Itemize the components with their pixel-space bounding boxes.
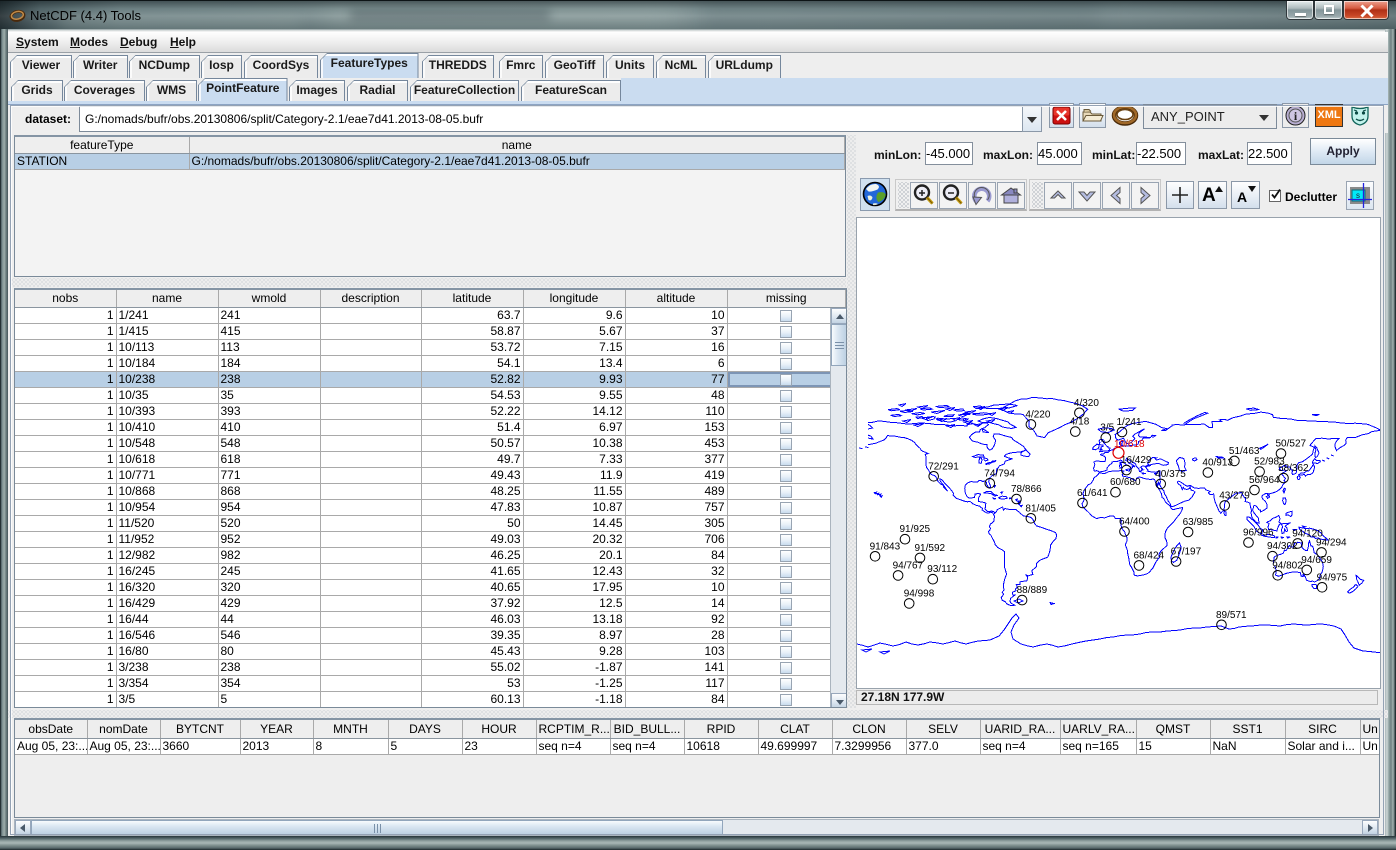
svg-text:64/400: 64/400: [1119, 517, 1150, 528]
svg-text:94/302: 94/302: [1267, 541, 1298, 552]
svg-text:74/794: 74/794: [984, 468, 1015, 479]
svg-text:91/843: 91/843: [870, 541, 901, 552]
svg-text:43/279: 43/279: [1219, 490, 1250, 501]
svg-text:94/294: 94/294: [1316, 537, 1347, 548]
svg-text:56/964: 56/964: [1249, 475, 1280, 486]
svg-text:72/291: 72/291: [928, 461, 959, 472]
svg-text:40/913: 40/913: [1202, 458, 1233, 469]
svg-text:94/767: 94/767: [893, 560, 924, 571]
svg-text:61/641: 61/641: [1077, 488, 1108, 499]
svg-text:94/802: 94/802: [1272, 560, 1303, 571]
svg-text:51/463: 51/463: [1229, 446, 1260, 457]
svg-text:10/618: 10/618: [1114, 439, 1145, 450]
svg-text:58/362: 58/362: [1278, 463, 1309, 474]
svg-text:40/375: 40/375: [1155, 469, 1186, 480]
svg-text:94/975: 94/975: [1317, 572, 1348, 583]
svg-text:89/571: 89/571: [1216, 610, 1247, 621]
svg-text:88/889: 88/889: [1017, 585, 1048, 596]
svg-text:s: s: [1356, 191, 1360, 200]
svg-text:60/680: 60/680: [1110, 477, 1141, 488]
svg-text:3/5: 3/5: [1100, 423, 1114, 434]
svg-text:91/592: 91/592: [915, 543, 946, 554]
svg-text:94/659: 94/659: [1301, 555, 1332, 566]
svg-text:93/112: 93/112: [927, 564, 957, 575]
svg-text:50/527: 50/527: [1276, 439, 1307, 450]
svg-text:16/429: 16/429: [1121, 455, 1152, 466]
svg-text:68/424: 68/424: [1134, 550, 1165, 561]
svg-text:63/985: 63/985: [1183, 517, 1214, 528]
svg-text:67/197: 67/197: [1171, 547, 1202, 558]
svg-text:4/320: 4/320: [1074, 398, 1099, 409]
svg-text:4/18: 4/18: [1070, 417, 1090, 428]
svg-text:4/220: 4/220: [1025, 409, 1050, 420]
svg-text:94/998: 94/998: [904, 588, 935, 599]
svg-text:1/241: 1/241: [1117, 417, 1142, 428]
svg-text:91/925: 91/925: [900, 524, 931, 535]
svg-text:96/996: 96/996: [1243, 528, 1274, 539]
svg-text:78/866: 78/866: [1011, 484, 1042, 495]
svg-text:81/405: 81/405: [1025, 503, 1056, 514]
